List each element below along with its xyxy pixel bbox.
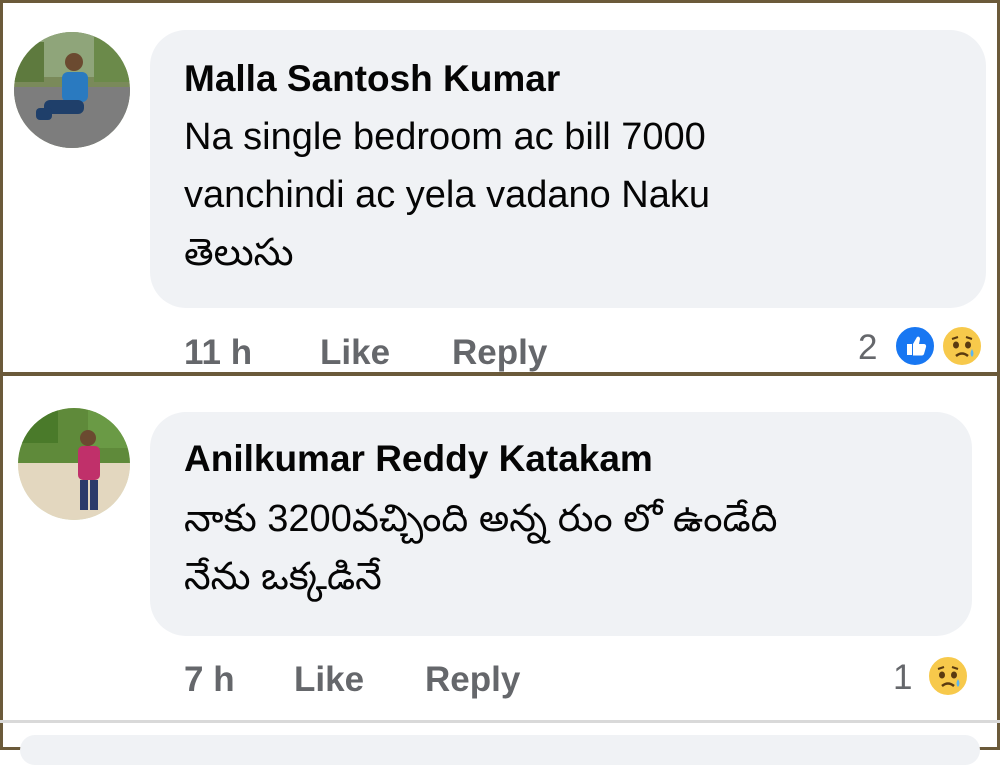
avatar[interactable] [14,32,130,148]
like-button[interactable]: Like [294,660,364,700]
next-comment-bubble [20,735,980,765]
comment-author[interactable]: Anilkumar Reddy Katakam [184,438,653,480]
list-separator [0,720,1000,723]
reaction-count[interactable]: 1 [893,658,912,698]
comment-text-line: vanchindi ac yela vadano Naku [184,174,711,216]
sad-reaction-icon [926,654,970,698]
comment-author[interactable]: Malla Santosh Kumar [184,58,560,100]
comment-text: Na single bedroom ac bill 7000 vanchindi… [184,108,964,282]
comment-text-line: నాకు 3200వచ్చింది అన్న రుం లో ఉండేది [184,498,778,540]
avatar[interactable] [18,408,130,520]
reply-button[interactable]: Reply [452,333,547,373]
comment-text-line: Na single bedroom ac bill 7000 [184,116,706,158]
comment-text: నాకు 3200వచ్చింది అన్న రుం లో ఉండేది నేన… [184,490,964,606]
reaction-count[interactable]: 2 [858,328,877,368]
like-button[interactable]: Like [320,333,390,373]
like-reaction-icon [893,324,937,368]
comment-time[interactable]: 11 h [184,333,252,373]
comment-text-line: తెలుసు [184,232,294,274]
comment-text-line: నేను ఒక్కడినే [184,556,382,598]
reply-button[interactable]: Reply [425,660,520,700]
comment-time[interactable]: 7 h [184,660,235,700]
section-divider [0,372,1000,376]
sad-reaction-icon [940,324,984,368]
